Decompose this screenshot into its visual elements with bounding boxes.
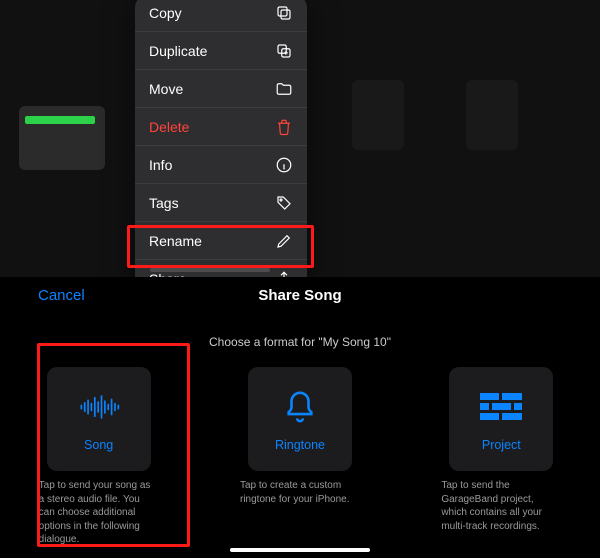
browser-pane: Copy Duplicate Move Delete bbox=[0, 0, 600, 277]
menu-item-duplicate[interactable]: Duplicate bbox=[135, 32, 307, 70]
menu-item-label: Move bbox=[149, 81, 183, 97]
card-description: Tap to create a custom ringtone for your… bbox=[240, 479, 360, 506]
menu-item-label: Tags bbox=[149, 195, 179, 211]
card-label: Ringtone bbox=[275, 438, 325, 452]
pencil-icon bbox=[275, 232, 293, 250]
nav-bar: Cancel Share Song bbox=[0, 277, 600, 317]
blurred-thumbnail bbox=[466, 80, 518, 150]
context-menu: Copy Duplicate Move Delete bbox=[135, 0, 307, 277]
sheet-subtitle: Choose a format for "My Song 10" bbox=[0, 335, 600, 349]
tag-icon bbox=[275, 194, 293, 212]
waveform-icon bbox=[78, 386, 120, 428]
menu-item-label: Copy bbox=[149, 5, 182, 21]
folder-icon bbox=[275, 80, 293, 98]
home-indicator[interactable] bbox=[230, 548, 370, 552]
menu-item-label: Info bbox=[149, 157, 172, 173]
share-icon bbox=[275, 270, 293, 278]
menu-item-tags[interactable]: Tags bbox=[135, 184, 307, 222]
menu-item-delete[interactable]: Delete bbox=[135, 108, 307, 146]
scroll-indicator bbox=[150, 268, 270, 272]
duplicate-icon bbox=[275, 42, 293, 60]
bell-icon bbox=[279, 386, 321, 428]
menu-item-info[interactable]: Info bbox=[135, 146, 307, 184]
format-cards: Song Tap to send your song as a stereo a… bbox=[0, 367, 600, 547]
track-preview bbox=[25, 116, 95, 124]
card-label: Project bbox=[482, 438, 521, 452]
card-song[interactable]: Song bbox=[47, 367, 151, 471]
card-description: Tap to send your song as a stereo audio … bbox=[39, 479, 159, 547]
menu-item-copy[interactable]: Copy bbox=[135, 0, 307, 32]
menu-item-rename[interactable]: Rename bbox=[135, 222, 307, 260]
bricks-icon bbox=[480, 386, 522, 428]
menu-item-label: Duplicate bbox=[149, 43, 207, 59]
info-icon bbox=[275, 156, 293, 174]
card-description: Tap to send the GarageBand project, whic… bbox=[441, 479, 561, 533]
project-thumbnail[interactable] bbox=[19, 106, 105, 170]
menu-item-label: Rename bbox=[149, 233, 202, 249]
share-sheet: Cancel Share Song Choose a format for "M… bbox=[0, 277, 600, 558]
card-ringtone[interactable]: Ringtone bbox=[248, 367, 352, 471]
blurred-thumbnail bbox=[352, 80, 404, 150]
format-option-project: Project Tap to send the GarageBand proje… bbox=[431, 367, 572, 547]
format-option-ringtone: Ringtone Tap to create a custom ringtone… bbox=[229, 367, 370, 547]
card-label: Song bbox=[84, 438, 113, 452]
sheet-title: Share Song bbox=[0, 287, 600, 304]
menu-item-move[interactable]: Move bbox=[135, 70, 307, 108]
format-option-song: Song Tap to send your song as a stereo a… bbox=[28, 367, 169, 547]
menu-item-label: Delete bbox=[149, 119, 189, 135]
card-project[interactable]: Project bbox=[449, 367, 553, 471]
trash-icon bbox=[275, 118, 293, 136]
copy-icon bbox=[275, 4, 293, 22]
